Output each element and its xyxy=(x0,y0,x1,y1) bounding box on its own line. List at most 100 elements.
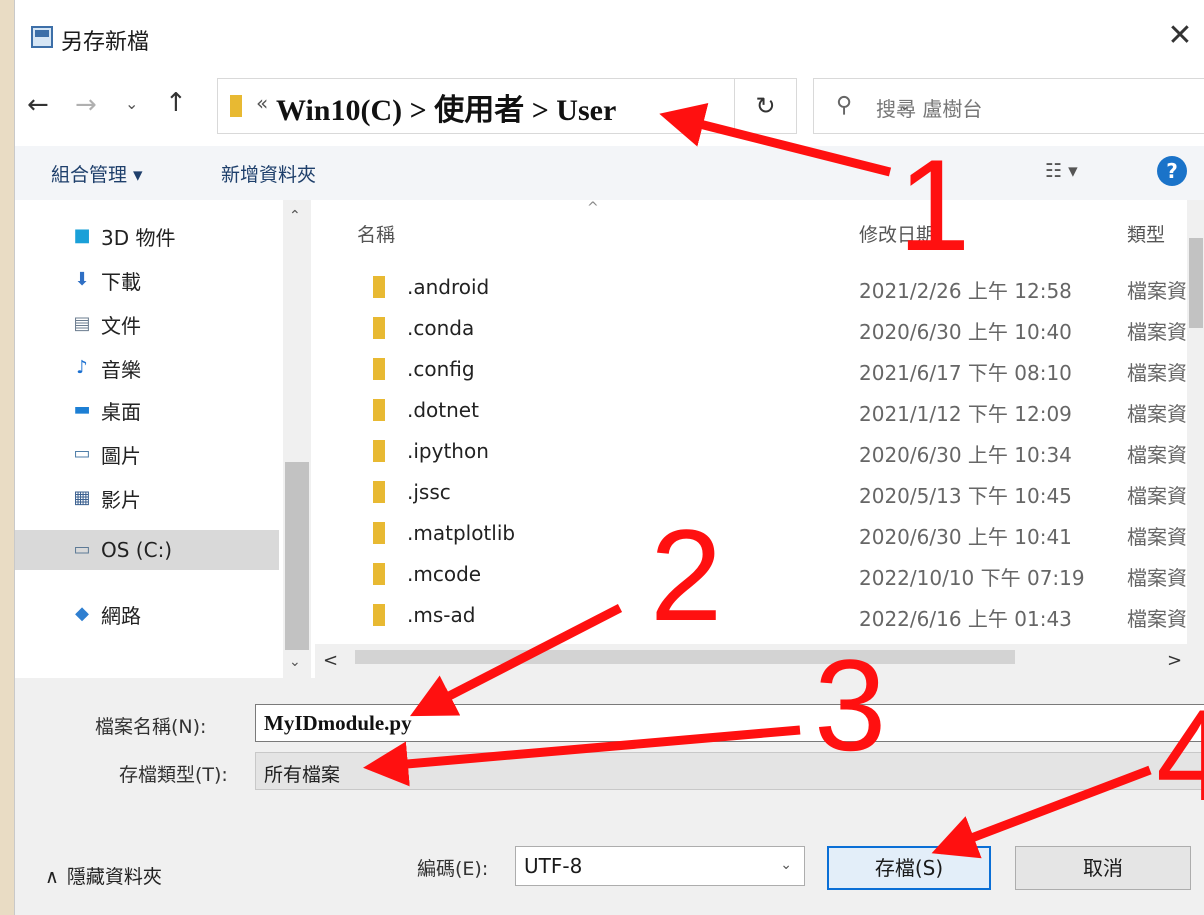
file-name: .dotnet xyxy=(407,398,479,422)
file-row[interactable]: .conda2020/6/30 上午 10:40檔案資料夾 xyxy=(315,309,1204,350)
sidebar-item[interactable]: ⬇ 下載 xyxy=(71,260,141,300)
file-row[interactable]: .config2021/6/17 下午 08:10檔案資料夾 xyxy=(315,350,1204,391)
filename-input[interactable]: MyIDmodule.py xyxy=(255,704,1204,742)
scroll-up-icon[interactable]: ⌃ xyxy=(289,208,301,224)
up-arrow-icon[interactable]: ↑ xyxy=(165,88,187,118)
file-name: .ipython xyxy=(407,439,489,463)
scroll-left-icon[interactable]: < xyxy=(323,650,338,671)
folder-icon xyxy=(373,440,385,462)
encoding-label: 編碼(E): xyxy=(417,858,489,880)
file-modified-date: 2021/2/26 上午 12:58 xyxy=(859,279,1072,303)
file-modified-date: 2020/6/30 上午 10:41 xyxy=(859,525,1072,549)
annotation-number-3: 3 xyxy=(814,632,887,778)
save-type-label: 存檔類型(T): xyxy=(119,764,228,786)
navigation-row: ← → ⌄ ↑ « Win10(C) > 使用者 > User ⌄ ↻ ⚲ 搜尋… xyxy=(15,78,1204,138)
file-name: .mcode xyxy=(407,562,482,586)
new-folder-button[interactable]: 新增資料夾 xyxy=(221,160,316,187)
recent-locations-chevron-icon[interactable]: ⌄ xyxy=(125,94,138,113)
file-row[interactable]: .matplotlib2020/6/30 上午 10:41檔案資料夾 xyxy=(315,514,1204,555)
annotation-number-1: 1 xyxy=(898,132,971,278)
annotation-number-2: 2 xyxy=(650,502,723,648)
file-list: ^ 名稱 修改日期 類型 .android 2021/2/26 上午 12:58 檔… xyxy=(315,200,1204,678)
view-options-button[interactable]: ☷ ▾ xyxy=(1045,160,1078,182)
sidebar-item-label: 桌面 xyxy=(101,399,141,424)
download-icon: ⬇ xyxy=(74,269,90,290)
refresh-button[interactable]: ↻ xyxy=(735,78,797,134)
folder-icon xyxy=(373,399,385,421)
cancel-button[interactable]: 取消 xyxy=(1015,846,1191,890)
file-row[interactable]: .ms-ad2022/6/16 上午 01:43檔案資料夾 xyxy=(315,596,1204,637)
navigation-pane-scrollbar[interactable]: ⌃ ⌄ xyxy=(283,200,311,678)
file-name: .ms-ad xyxy=(407,603,476,627)
back-arrow-icon[interactable]: ← xyxy=(27,90,49,120)
folder-icon xyxy=(373,481,385,503)
sidebar-item[interactable]: ■ 3D 物件 xyxy=(71,216,175,256)
encoding-select[interactable]: UTF-8 ⌄ xyxy=(515,846,805,886)
3d-objects-icon: ■ xyxy=(73,225,91,246)
file-modified-date: 2021/6/17 下午 08:10 xyxy=(859,361,1072,385)
file-list-vertical-scrollbar[interactable] xyxy=(1187,200,1204,644)
sidebar-item[interactable]: ▤ 文件 xyxy=(71,304,141,344)
sidebar-item[interactable]: ▭ OS (C:) xyxy=(15,530,279,570)
organize-button[interactable]: 組合管理 ▾ xyxy=(51,160,143,187)
sidebar-item[interactable]: ♪ 音樂 xyxy=(71,348,141,388)
breadcrumb-path[interactable]: Win10(C) > 使用者 > User xyxy=(276,85,616,129)
title-bar: 另存新檔 ✕ xyxy=(15,0,1204,78)
file-modified-date: 2020/6/30 上午 10:40 xyxy=(859,320,1072,344)
file-row[interactable]: .dotnet2021/1/12 下午 12:09檔案資料夾 xyxy=(315,391,1204,432)
sidebar-item-label: 影片 xyxy=(101,487,141,512)
window-app-icon xyxy=(31,26,53,48)
save-button[interactable]: 存檔(S) xyxy=(827,846,991,890)
network-icon: ◆ xyxy=(75,603,89,624)
save-as-dialog: 另存新檔 ✕ ← → ⌄ ↑ « Win10(C) > 使用者 > User ⌄… xyxy=(14,0,1204,915)
file-modified-date: 2022/6/16 上午 01:43 xyxy=(859,607,1072,631)
sidebar-item-label: 網路 xyxy=(101,603,141,628)
chevron-down-icon: ⌄ xyxy=(780,857,792,873)
navigation-pane: ■ 3D 物件 ⬇ 下載 ▤ 文件 ♪ 音樂 ▬ 桌面 ▭ 圖片 ▦ 影片 ▭ OS (C:) ◆ 網路 xyxy=(15,200,281,678)
scroll-down-icon[interactable]: ⌄ xyxy=(289,654,301,670)
scroll-right-icon[interactable]: > xyxy=(1167,650,1182,671)
file-row[interactable]: .mcode2022/10/10 下午 07:19檔案資料夾 xyxy=(315,555,1204,596)
sidebar-item-label: 文件 xyxy=(101,313,141,338)
file-name: .conda xyxy=(407,316,475,340)
search-box[interactable]: ⚲ 搜尋 盧樹台 xyxy=(813,78,1204,134)
scrollbar-thumb[interactable] xyxy=(1189,238,1203,328)
file-row[interactable]: .jssc2020/5/13 下午 10:45檔案資料夾 xyxy=(315,473,1204,514)
annotation-number-4: 4 xyxy=(1156,682,1204,828)
file-name: .matplotlib xyxy=(407,521,516,545)
sidebar-item[interactable]: ▭ 圖片 xyxy=(71,434,141,474)
close-button[interactable]: ✕ xyxy=(1162,18,1198,54)
column-header-name[interactable]: 名稱 xyxy=(357,220,395,247)
folder-icon xyxy=(373,276,385,298)
desktop-icon: ▬ xyxy=(73,399,91,420)
sidebar-item[interactable]: ▬ 桌面 xyxy=(71,390,141,430)
sidebar-item[interactable]: ◆ 網路 xyxy=(71,594,141,634)
file-name: .jssc xyxy=(407,480,451,504)
save-type-select[interactable]: 所有檔案 xyxy=(255,752,1204,790)
search-icon: ⚲ xyxy=(836,93,853,118)
hide-folders-toggle[interactable]: ∧ 隱藏資料夾 xyxy=(45,862,162,889)
file-name: .config xyxy=(407,357,475,381)
search-input[interactable]: 搜尋 盧樹台 xyxy=(876,93,982,122)
breadcrumb-overflow-icon[interactable]: « xyxy=(256,91,268,115)
forward-arrow-icon[interactable]: → xyxy=(75,90,97,120)
folder-icon xyxy=(373,604,385,626)
file-row[interactable]: .android2021/2/26 上午 12:58檔案資料夾 xyxy=(315,268,1204,309)
sidebar-item-label: 音樂 xyxy=(101,357,141,382)
hide-folders-label: 隱藏資料夾 xyxy=(66,866,162,888)
music-icon: ♪ xyxy=(76,357,88,378)
sidebar-item[interactable]: ▦ 影片 xyxy=(71,478,141,518)
file-row[interactable]: .ipython2020/6/30 上午 10:34檔案資料夾 xyxy=(315,432,1204,473)
folder-icon xyxy=(373,358,385,380)
sort-ascending-icon: ^ xyxy=(587,200,599,216)
file-list-horizontal-scrollbar[interactable]: < > xyxy=(315,644,1204,678)
file-modified-date: 2022/10/10 下午 07:19 xyxy=(859,566,1085,590)
scrollbar-thumb[interactable] xyxy=(355,650,1015,664)
save-options-panel: 檔案名稱(N): MyIDmodule.py 存檔類型(T): 所有檔案 ∧ 隱藏… xyxy=(15,678,1204,915)
document-icon: ▤ xyxy=(73,313,91,334)
address-bar[interactable]: « Win10(C) > 使用者 > User ⌄ xyxy=(217,78,911,134)
help-icon[interactable]: ? xyxy=(1157,156,1187,186)
file-modified-date: 2020/5/13 下午 10:45 xyxy=(859,484,1072,508)
scrollbar-thumb[interactable] xyxy=(285,462,309,650)
column-header-type[interactable]: 類型 xyxy=(1127,220,1165,247)
